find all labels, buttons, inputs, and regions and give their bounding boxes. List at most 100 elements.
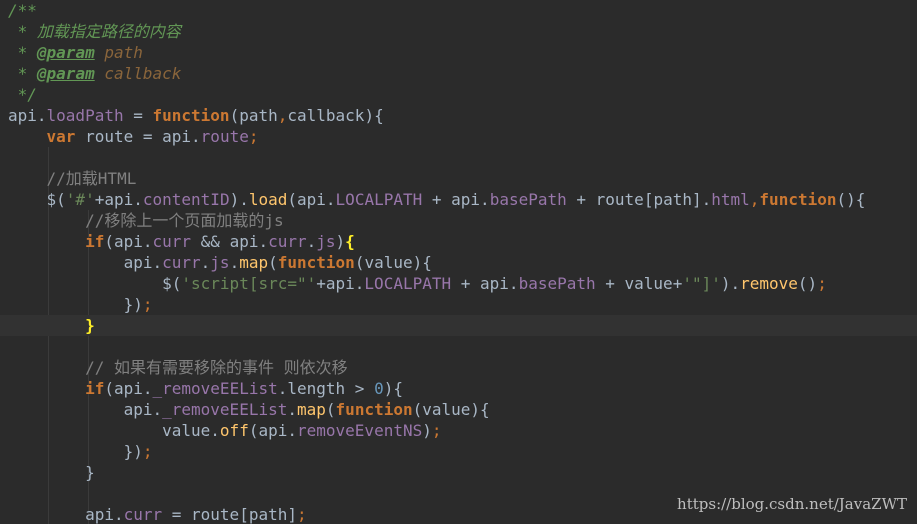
code-line[interactable] <box>0 147 917 168</box>
code-line[interactable]: api.loadPath = function(path,callback){ <box>0 105 917 126</box>
code-line[interactable]: * 加载指定路径的内容 <box>0 21 917 42</box>
code-line[interactable]: api._removeEEList.map(function(value){ <box>0 399 917 420</box>
code-token: callback){ <box>287 106 384 125</box>
code-line[interactable]: }); <box>0 441 917 462</box>
code-token: + route[path]. <box>566 190 712 209</box>
code-token: basePath <box>518 274 596 293</box>
code-token: var <box>46 127 76 146</box>
code-token: ). <box>720 274 741 293</box>
code-token: (api. <box>104 232 153 251</box>
code-token: route = api. <box>75 127 201 146</box>
code-token: */ <box>8 85 37 104</box>
code-token: LOCALPATH <box>335 190 423 209</box>
code-editor[interactable]: /** * 加载指定路径的内容 * @param path * @param c… <box>0 0 917 524</box>
code-token: (api. <box>248 421 297 440</box>
code-token: function <box>759 190 837 209</box>
code-token: ( <box>325 400 336 419</box>
code-token: api. <box>8 505 124 524</box>
code-token: curr <box>268 232 307 251</box>
code-token: api. <box>8 400 163 419</box>
code-token: loadPath <box>46 106 124 125</box>
code-line[interactable]: $('script[src="'+api.LOCALPATH + api.bas… <box>0 273 917 294</box>
code-token: contentID <box>142 190 230 209</box>
code-token: ). <box>229 190 249 209</box>
code-token: (api. <box>287 190 336 209</box>
code-token: remove <box>740 274 798 293</box>
code-token: ; <box>431 421 442 440</box>
code-token: path <box>94 43 143 62</box>
code-token: } <box>8 463 95 482</box>
code-token: }) <box>8 442 143 461</box>
code-token: + api. <box>451 274 519 293</box>
code-line[interactable]: }); <box>0 294 917 315</box>
code-line[interactable]: } <box>0 315 917 336</box>
code-line[interactable] <box>0 336 917 357</box>
code-token: ) <box>422 421 432 440</box>
code-line[interactable]: // 如果有需要移除的事件 则依次移 <box>0 357 917 378</box>
code-token: $( <box>8 274 182 293</box>
code-token: //移除上一个页面加载的js <box>8 211 284 230</box>
code-line[interactable]: } <box>0 462 917 483</box>
code-token: @param <box>36 43 95 62</box>
code-token: ) <box>335 232 346 251</box>
code-token: //加载HTML <box>8 169 137 188</box>
code-token: ; <box>296 505 307 524</box>
code-line[interactable]: api.curr.js.map(function(value){ <box>0 252 917 273</box>
code-line[interactable]: /** <box>0 0 917 21</box>
code-token: ( <box>268 253 278 272</box>
code-token: (path <box>229 106 278 125</box>
code-token: (value){ <box>412 400 490 419</box>
code-token: removeEventNS <box>297 421 423 440</box>
code-token: . <box>306 232 317 251</box>
code-token: +api. <box>94 190 143 209</box>
code-token: + value+ <box>595 274 683 293</box>
code-line[interactable]: var route = api.route; <box>0 126 917 147</box>
code-line[interactable]: * @param path <box>0 42 917 63</box>
code-token: .length > <box>277 379 375 398</box>
code-token: () <box>797 274 818 293</box>
code-token: * <box>8 43 37 62</box>
code-token: ; <box>817 274 827 293</box>
code-token: if <box>85 232 105 251</box>
code-token: ; <box>248 127 259 146</box>
code-token: (api. <box>104 379 153 398</box>
code-token: // 如果有需要移除的事件 则依次移 <box>8 358 348 377</box>
code-token: js <box>210 253 230 272</box>
code-token: curr <box>123 505 163 524</box>
code-token: , <box>749 190 760 209</box>
code-token: _removeEEList <box>152 379 278 398</box>
code-token: . <box>229 253 240 272</box>
code-token: ; <box>142 295 153 314</box>
code-token: function <box>335 400 413 419</box>
code-token: + api. <box>422 190 490 209</box>
code-line[interactable]: //移除上一个页面加载的js <box>0 210 917 231</box>
code-line[interactable]: $('#'+api.contentID).load(api.LOCALPATH … <box>0 189 917 210</box>
code-token: if <box>85 379 105 398</box>
code-token: . <box>287 400 297 419</box>
code-token: +api. <box>316 274 365 293</box>
code-token: ){ <box>383 379 403 398</box>
code-token: 'script[src="' <box>181 274 317 293</box>
code-line[interactable]: */ <box>0 84 917 105</box>
code-token: (value){ <box>354 253 432 272</box>
code-token: * 加载指定路径的内容 <box>8 22 181 41</box>
code-line[interactable]: * @param callback <box>0 63 917 84</box>
code-token: { <box>345 232 355 251</box>
code-line[interactable]: value.off(api.removeEventNS); <box>0 420 917 441</box>
code-token: . <box>200 253 211 272</box>
code-token: function <box>152 106 230 125</box>
code-token: * <box>8 64 37 83</box>
code-line[interactable]: if(api.curr && api.curr.js){ <box>0 231 917 252</box>
code-token: basePath <box>489 190 567 209</box>
code-line[interactable]: if(api._removeEEList.length > 0){ <box>0 378 917 399</box>
code-token: curr <box>162 253 201 272</box>
code-token: && api. <box>191 232 269 251</box>
code-token: , <box>277 106 288 125</box>
code-token: route <box>200 127 249 146</box>
code-token: function <box>277 253 355 272</box>
code-line[interactable]: //加载HTML <box>0 168 917 189</box>
